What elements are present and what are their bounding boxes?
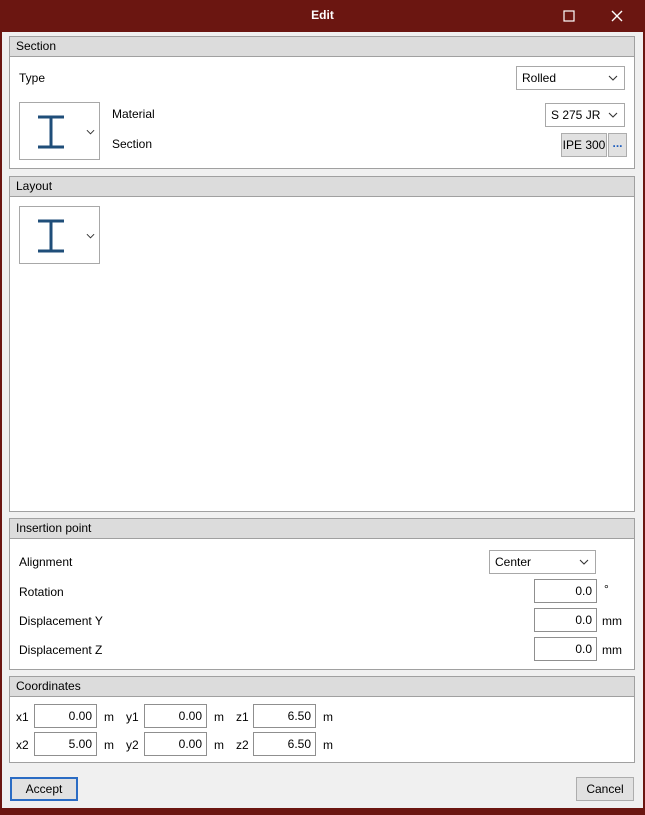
section-value-button[interactable]: IPE 300 — [561, 133, 607, 157]
material-select-value: S 275 JR — [551, 108, 601, 122]
close-icon — [611, 10, 623, 22]
chevron-down-icon — [579, 551, 589, 573]
insertion-point-panel: Insertion point Alignment Center Rotatio… — [9, 518, 635, 670]
y1-unit: m — [214, 710, 224, 724]
y2-label: y2 — [126, 738, 139, 752]
displacement-y-unit: mm — [602, 614, 622, 628]
y1-input[interactable]: 0.00 — [144, 704, 207, 728]
layout-panel: Layout — [9, 176, 635, 512]
z2-input[interactable]: 6.50 — [253, 732, 316, 756]
maximize-icon — [563, 10, 575, 22]
material-select[interactable]: S 275 JR — [545, 103, 625, 127]
rotation-label: Rotation — [19, 585, 64, 599]
coordinates-panel: Coordinates x1 0.00 m y1 0.00 m z1 6.50 … — [9, 676, 635, 763]
displacement-z-unit: mm — [602, 643, 622, 657]
z1-label: z1 — [236, 710, 249, 724]
x1-label: x1 — [16, 710, 29, 724]
chevron-down-icon — [608, 67, 618, 89]
material-label: Material — [112, 107, 155, 121]
section-panel: Section Type Rolled Material S 275 JR Se… — [9, 36, 635, 169]
title-bar: Edit — [0, 0, 645, 32]
displacement-y-input[interactable]: 0.0 — [534, 608, 597, 632]
section-label: Section — [112, 137, 153, 151]
x2-label: x2 — [16, 738, 29, 752]
chevron-down-icon — [608, 104, 618, 126]
chevron-down-icon — [86, 233, 95, 239]
maximize-button[interactable] — [546, 0, 592, 32]
section-panel-header: Section — [10, 37, 634, 57]
browse-ellipsis: ... — [612, 136, 623, 150]
z1-input[interactable]: 6.50 — [253, 704, 316, 728]
section-profile-select[interactable] — [19, 102, 100, 160]
displacement-z-input[interactable]: 0.0 — [534, 637, 597, 661]
type-label: Type — [19, 71, 46, 85]
insertion-point-header: Insertion point — [10, 519, 634, 539]
layout-profile-select[interactable] — [19, 206, 100, 264]
chevron-down-icon — [86, 129, 95, 135]
z1-unit: m — [323, 710, 333, 724]
i-beam-icon — [38, 219, 64, 253]
z2-label: z2 — [236, 738, 249, 752]
x1-input[interactable]: 0.00 — [34, 704, 97, 728]
alignment-select-value: Center — [495, 555, 532, 569]
i-beam-icon — [38, 115, 64, 149]
y1-label: y1 — [126, 710, 139, 724]
x2-unit: m — [104, 738, 114, 752]
x1-unit: m — [104, 710, 114, 724]
accept-button[interactable]: Accept — [10, 777, 78, 801]
cancel-button[interactable]: Cancel — [576, 777, 634, 801]
y2-unit: m — [214, 738, 224, 752]
rotation-input[interactable]: 0.0 — [534, 579, 597, 603]
x2-input[interactable]: 5.00 — [34, 732, 97, 756]
browse-section-button[interactable]: ... — [608, 133, 627, 157]
z2-unit: m — [323, 738, 333, 752]
coordinates-header: Coordinates — [10, 677, 634, 697]
rotation-unit: ° — [604, 582, 609, 596]
alignment-label: Alignment — [19, 555, 73, 569]
close-button[interactable] — [594, 0, 640, 32]
alignment-select[interactable]: Center — [489, 550, 596, 574]
displacement-z-label: Displacement Z — [19, 643, 103, 657]
displacement-y-label: Displacement Y — [19, 614, 103, 628]
y2-input[interactable]: 0.00 — [144, 732, 207, 756]
type-select[interactable]: Rolled — [516, 66, 625, 90]
dialog-body: Section Type Rolled Material S 275 JR Se… — [2, 32, 643, 808]
type-select-value: Rolled — [522, 71, 557, 85]
layout-panel-header: Layout — [10, 177, 634, 197]
